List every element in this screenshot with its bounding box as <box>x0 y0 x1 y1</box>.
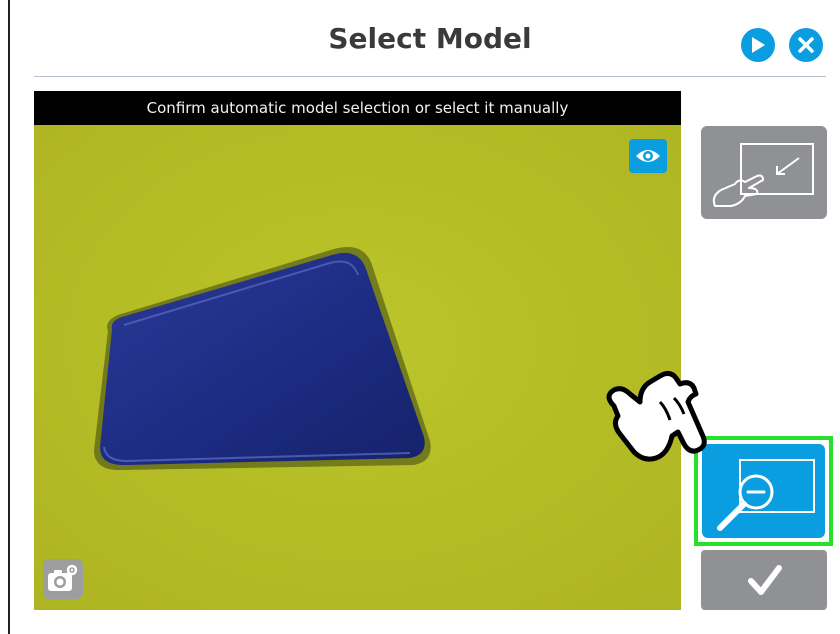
eye-icon <box>636 150 660 162</box>
zoom-out-button[interactable] <box>702 444 825 538</box>
checkmark-icon <box>748 565 782 595</box>
select-area-button[interactable] <box>701 126 827 219</box>
camera-view[interactable]: Confirm automatic model selection or sel… <box>34 91 681 610</box>
visibility-toggle-button[interactable] <box>629 139 667 173</box>
header-divider <box>34 76 826 77</box>
instruction-caption: Confirm automatic model selection or sel… <box>34 91 681 125</box>
page-title: Select Model <box>328 22 532 55</box>
close-button[interactable] <box>789 28 823 62</box>
play-icon <box>752 37 765 53</box>
camera-image <box>34 125 681 610</box>
select-area-icon <box>712 143 814 207</box>
play-button[interactable] <box>741 28 775 62</box>
close-icon <box>798 37 814 53</box>
window-left-border <box>8 0 10 634</box>
camera-settings-button[interactable] <box>43 559 83 599</box>
pointing-hand-icon <box>606 370 707 462</box>
zoom-out-icon <box>717 459 815 531</box>
confirm-button[interactable] <box>701 550 827 610</box>
camera-settings-icon <box>48 564 78 591</box>
